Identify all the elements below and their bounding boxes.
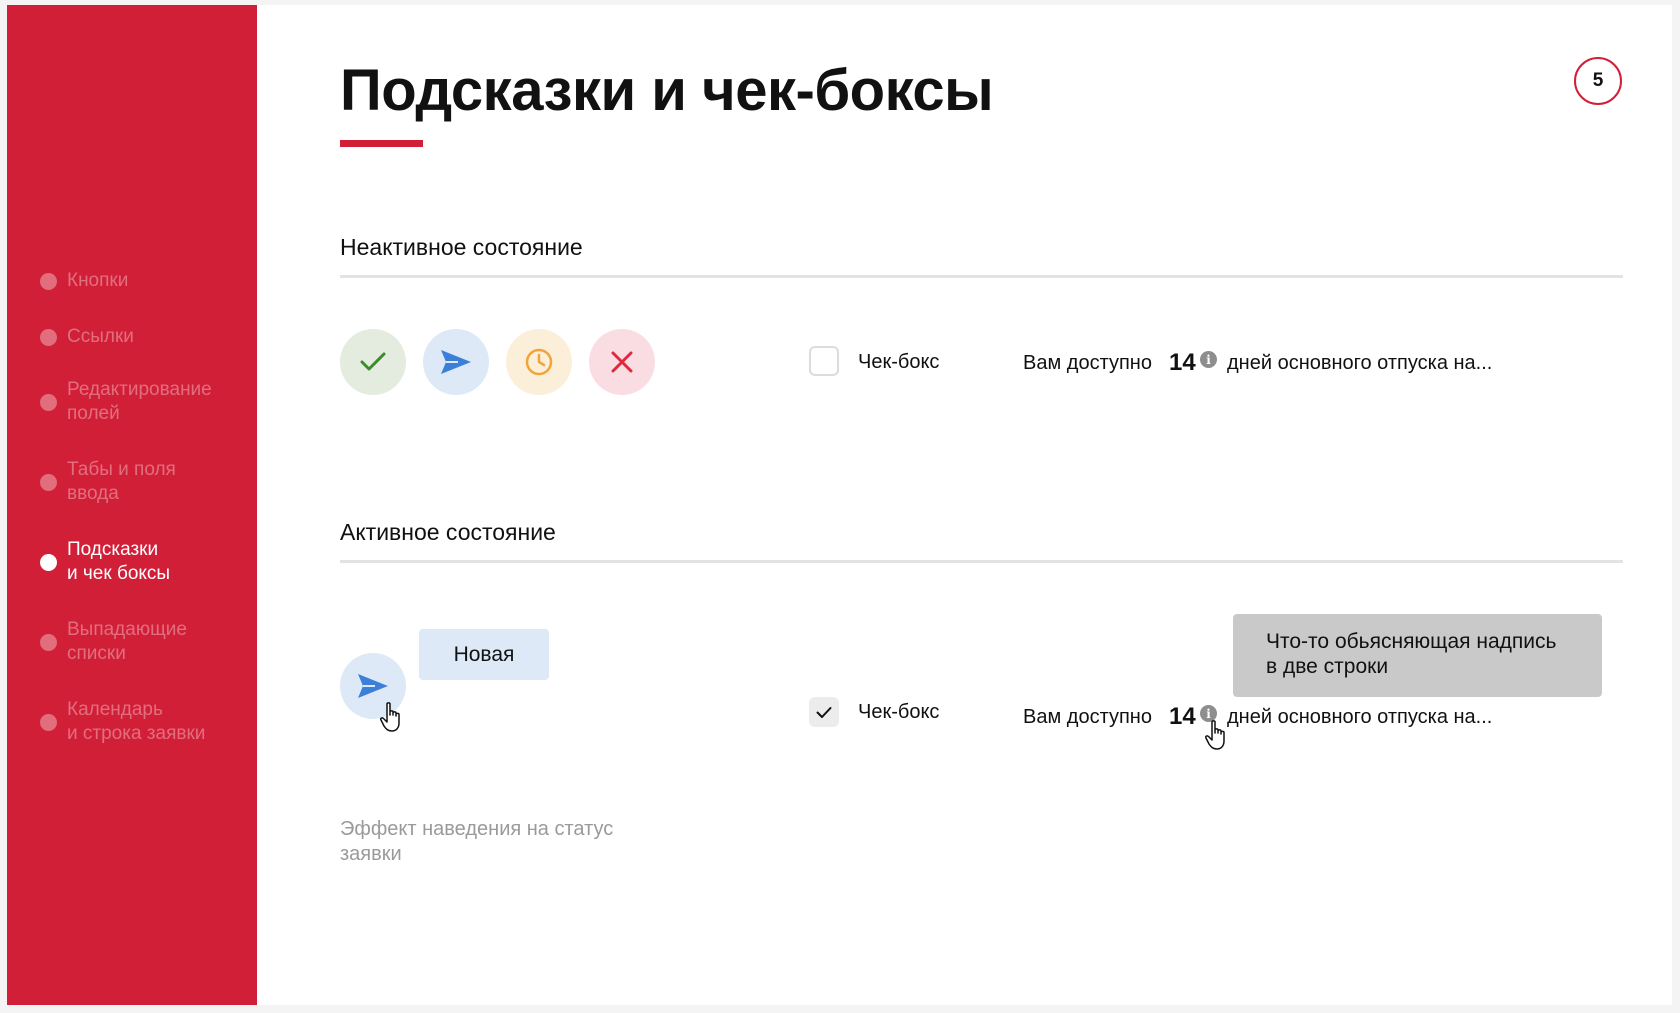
vacation-suffix: дней основного отпуска на...: [1227, 352, 1493, 374]
bullet-icon: [40, 272, 57, 290]
checkbox-label: Чек-бокс: [858, 701, 940, 723]
send-icon: [358, 674, 388, 698]
sidebar-item-label: Выпадающие списки: [67, 619, 187, 664]
bullet-icon: [40, 328, 57, 346]
divider: [340, 275, 1623, 278]
page-title: Подсказки и чек-боксы: [340, 58, 994, 123]
vacation-days: 14: [1169, 703, 1196, 730]
status-sent-button[interactable]: [423, 329, 489, 395]
checkbox-label: Чек-бокс: [858, 351, 940, 373]
sidebar-item-buttons[interactable]: Кнопки: [40, 269, 250, 293]
bullet-icon: [40, 713, 57, 731]
bullet-icon: [40, 473, 57, 491]
section-title-active: Активное состояние: [340, 519, 556, 545]
section-title-inactive: Неактивное состояние: [340, 234, 583, 260]
sidebar-item-field-editing[interactable]: Редактирование полей: [40, 378, 250, 426]
sidebar-item-tooltips-checkboxes[interactable]: Подсказки и чек боксы: [40, 538, 250, 586]
sidebar-item-dropdowns[interactable]: Выпадающие списки: [40, 618, 250, 666]
title-underline: [340, 140, 423, 147]
check-icon: [360, 352, 386, 371]
sidebar-item-label: Ссылки: [67, 326, 134, 347]
vacation-days: 14: [1169, 349, 1196, 376]
divider: [340, 560, 1623, 563]
status-pending-button[interactable]: [506, 329, 572, 395]
close-icon: [611, 351, 633, 373]
slide: Кнопки Ссылки Редактирование полей Табы …: [7, 5, 1672, 1005]
send-icon: [441, 350, 471, 374]
status-rejected-button[interactable]: [589, 329, 655, 395]
vacation-suffix: дней основного отпуска на...: [1227, 706, 1493, 728]
checkbox-checked[interactable]: [809, 697, 839, 727]
sidebar-item-label: Табы и поля ввода: [67, 459, 176, 504]
status-approved-button[interactable]: [340, 329, 406, 395]
bullet-icon: [40, 393, 57, 411]
vacation-prefix: Вам доступно: [1023, 706, 1152, 728]
bullet-icon: [40, 633, 57, 651]
sidebar-item-label: Календарь и строка заявки: [67, 699, 206, 744]
sidebar: Кнопки Ссылки Редактирование полей Табы …: [7, 5, 257, 1005]
sidebar-item-label: Кнопки: [67, 270, 129, 291]
hover-effect-caption: Эффект наведения на статус заявки: [340, 818, 614, 865]
checkbox-unchecked[interactable]: [809, 346, 839, 376]
tooltip: Что-то обьясняющая надпись в две строки: [1233, 614, 1602, 697]
sidebar-item-links[interactable]: Ссылки: [40, 325, 250, 349]
clock-icon: [525, 348, 553, 376]
bullet-icon: [40, 553, 57, 571]
info-icon[interactable]: i: [1200, 351, 1217, 368]
sidebar-item-tabs-inputs[interactable]: Табы и поля ввода: [40, 458, 250, 506]
sidebar-item-calendar[interactable]: Календарь и строка заявки: [40, 698, 250, 746]
sidebar-item-label: Подсказки и чек боксы: [67, 539, 171, 584]
hand-cursor-icon: [1205, 720, 1225, 750]
sidebar-item-label: Редактирование полей: [67, 379, 212, 424]
checkmark-icon: [816, 706, 832, 718]
page-number-badge: 5: [1574, 57, 1622, 105]
hand-cursor-icon: [380, 702, 400, 732]
status-tag-new: Новая: [419, 629, 549, 680]
vacation-prefix: Вам доступно: [1023, 352, 1152, 374]
